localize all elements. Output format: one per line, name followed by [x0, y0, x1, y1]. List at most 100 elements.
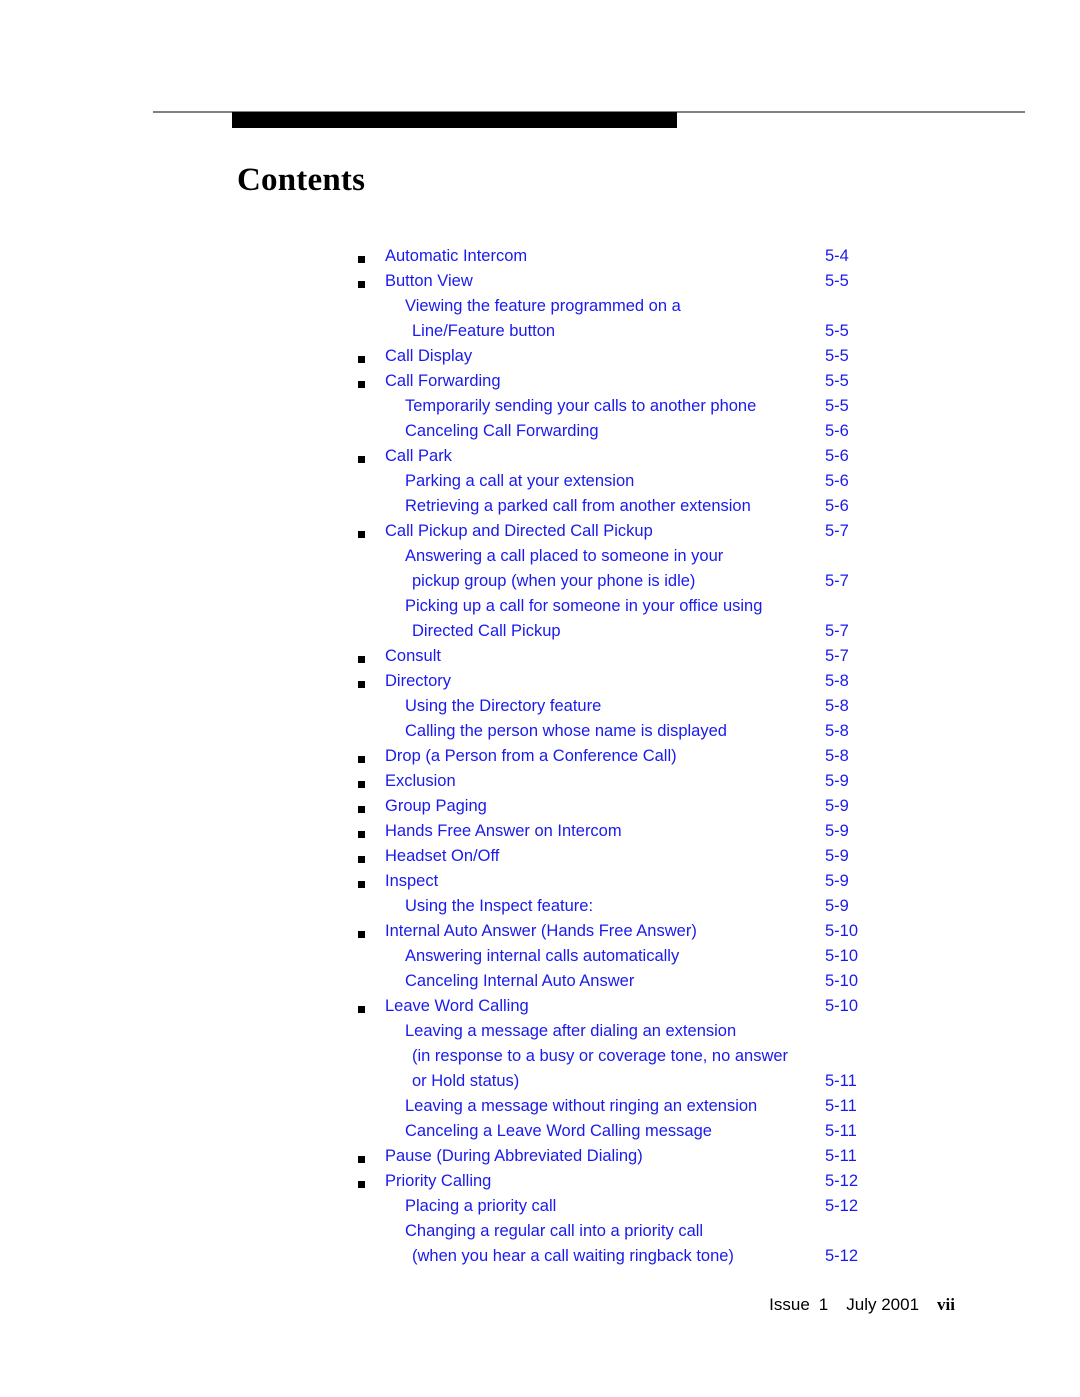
toc-page-number[interactable]: 5-9 [825, 797, 849, 816]
toc-entry-label[interactable]: Automatic Intercom [385, 247, 527, 266]
toc-entry-label[interactable]: Parking a call at your extension [405, 472, 634, 491]
toc-entry-label[interactable]: Button View [385, 272, 473, 291]
toc-entry-label[interactable]: Leaving a message without ringing an ext… [405, 1097, 757, 1116]
toc-page-number[interactable]: 5-4 [825, 247, 849, 266]
toc-entry-label[interactable]: Headset On/Off [385, 847, 499, 866]
toc-page-number[interactable]: 5-5 [825, 322, 849, 341]
toc-page-number[interactable]: 5-5 [825, 347, 849, 366]
toc-entry[interactable]: Pause (During Abbreviated Dialing) 5-11 [0, 1145, 1080, 1170]
toc-page-number[interactable]: 5-9 [825, 847, 849, 866]
toc-entry-label[interactable]: Temporarily sending your calls to anothe… [405, 397, 756, 416]
toc-entry-label[interactable]: (when you hear a call waiting ringback t… [412, 1247, 734, 1266]
toc-page-number[interactable]: 5-12 [825, 1172, 858, 1191]
toc-entry[interactable]: Using the Inspect feature: 5-9 [0, 895, 1080, 920]
toc-entry[interactable]: Placing a priority call 5-12 [0, 1195, 1080, 1220]
toc-entry-label[interactable]: or Hold status) [412, 1072, 519, 1091]
toc-entry[interactable]: Calling the person whose name is display… [0, 720, 1080, 745]
toc-entry-label[interactable]: Canceling Internal Auto Answer [405, 972, 634, 991]
toc-page-number[interactable]: 5-11 [825, 1147, 857, 1166]
toc-page-number[interactable]: 5-5 [825, 397, 849, 416]
toc-entry-label[interactable]: Picking up a call for someone in your of… [405, 597, 762, 616]
toc-entry[interactable]: Answering internal calls automatically 5-… [0, 945, 1080, 970]
toc-entry[interactable]: Button View 5-5 [0, 270, 1080, 295]
toc-page-number[interactable]: 5-8 [825, 747, 849, 766]
toc-entry[interactable]: Changing a regular call into a priority … [0, 1220, 1080, 1270]
toc-entry-label[interactable]: Leave Word Calling [385, 997, 529, 1016]
toc-entry-label[interactable]: Line/Feature button [412, 322, 555, 341]
toc-entry-label[interactable]: Call Display [385, 347, 472, 366]
toc-entry-label[interactable]: Changing a regular call into a priority … [405, 1222, 703, 1241]
toc-page-number[interactable]: 5-9 [825, 822, 849, 841]
toc-page-number[interactable]: 5-7 [825, 622, 849, 641]
toc-entry-label[interactable]: Call Forwarding [385, 372, 501, 391]
toc-page-number[interactable]: 5-10 [825, 997, 858, 1016]
toc-entry-label[interactable]: Group Paging [385, 797, 487, 816]
toc-page-number[interactable]: 5-8 [825, 697, 849, 716]
toc-entry-label[interactable]: Inspect [385, 872, 438, 891]
toc-entry-label[interactable]: Call Pickup and Directed Call Pickup [385, 522, 653, 541]
toc-entry[interactable]: Parking a call at your extension 5-6 [0, 470, 1080, 495]
toc-page-number[interactable]: 5-5 [825, 272, 849, 291]
toc-entry[interactable]: Call Park 5-6 [0, 445, 1080, 470]
toc-entry[interactable]: Canceling Internal Auto Answer 5-10 [0, 970, 1080, 995]
toc-page-number[interactable]: 5-11 [825, 1072, 857, 1091]
toc-entry-label[interactable]: Directed Call Pickup [412, 622, 561, 641]
toc-page-number[interactable]: 5-8 [825, 672, 849, 691]
toc-page-number[interactable]: 5-9 [825, 897, 849, 916]
toc-page-number[interactable]: 5-12 [825, 1247, 858, 1266]
toc-entry[interactable]: Directory 5-8 [0, 670, 1080, 695]
toc-entry-label[interactable]: Canceling a Leave Word Calling message [405, 1122, 712, 1141]
toc-entry[interactable]: Group Paging 5-9 [0, 795, 1080, 820]
toc-entry-label[interactable]: Priority Calling [385, 1172, 491, 1191]
toc-entry-label[interactable]: Exclusion [385, 772, 456, 791]
toc-entry-label[interactable]: pickup group (when your phone is idle) [412, 572, 695, 591]
toc-entry[interactable]: Headset On/Off 5-9 [0, 845, 1080, 870]
toc-entry[interactable]: Drop (a Person from a Conference Call) 5-… [0, 745, 1080, 770]
toc-page-number[interactable]: 5-10 [825, 922, 858, 941]
toc-entry[interactable]: Retrieving a parked call from another ex… [0, 495, 1080, 520]
toc-entry[interactable]: Picking up a call for someone in your of… [0, 595, 1080, 645]
toc-page-number[interactable]: 5-12 [825, 1197, 858, 1216]
toc-entry[interactable]: Leaving a message after dialing an exten… [0, 1020, 1080, 1095]
toc-page-number[interactable]: 5-6 [825, 497, 849, 516]
toc-entry[interactable]: Internal Auto Answer (Hands Free Answer)… [0, 920, 1080, 945]
toc-entry-label[interactable]: Internal Auto Answer (Hands Free Answer) [385, 922, 697, 941]
toc-entry-label[interactable]: Using the Directory feature [405, 697, 601, 716]
toc-entry[interactable]: Hands Free Answer on Intercom 5-9 [0, 820, 1080, 845]
toc-entry-label[interactable]: Placing a priority call [405, 1197, 556, 1216]
toc-entry[interactable]: Automatic Intercom 5-4 [0, 245, 1080, 270]
toc-page-number[interactable]: 5-5 [825, 372, 849, 391]
toc-entry-label[interactable]: Canceling Call Forwarding [405, 422, 599, 441]
toc-entry[interactable]: Leave Word Calling 5-10 [0, 995, 1080, 1020]
toc-page-number[interactable]: 5-9 [825, 872, 849, 891]
toc-page-number[interactable]: 5-7 [825, 572, 849, 591]
toc-entry[interactable]: Viewing the feature programmed on a Line/… [0, 295, 1080, 345]
toc-entry[interactable]: Leaving a message without ringing an ext… [0, 1095, 1080, 1120]
toc-entry-label[interactable]: (in response to a busy or coverage tone,… [412, 1047, 788, 1066]
toc-page-number[interactable]: 5-6 [825, 422, 849, 441]
toc-entry-label[interactable]: Directory [385, 672, 451, 691]
toc-page-number[interactable]: 5-7 [825, 647, 849, 666]
toc-entry[interactable]: Using the Directory feature 5-8 [0, 695, 1080, 720]
toc-entry-label[interactable]: Answering a call placed to someone in yo… [405, 547, 723, 566]
toc-page-number[interactable]: 5-7 [825, 522, 849, 541]
toc-page-number[interactable]: 5-6 [825, 447, 849, 466]
toc-entry[interactable]: Canceling a Leave Word Calling message 5-… [0, 1120, 1080, 1145]
toc-entry[interactable]: Answering a call placed to someone in yo… [0, 545, 1080, 595]
toc-entry[interactable]: Inspect 5-9 [0, 870, 1080, 895]
toc-page-number[interactable]: 5-11 [825, 1122, 857, 1141]
toc-entry[interactable]: Call Display 5-5 [0, 345, 1080, 370]
toc-page-number[interactable]: 5-9 [825, 772, 849, 791]
toc-entry-label[interactable]: Drop (a Person from a Conference Call) [385, 747, 677, 766]
toc-page-number[interactable]: 5-6 [825, 472, 849, 491]
toc-entry[interactable]: Exclusion 5-9 [0, 770, 1080, 795]
toc-entry-label[interactable]: Pause (During Abbreviated Dialing) [385, 1147, 643, 1166]
toc-page-number[interactable]: 5-11 [825, 1097, 857, 1116]
toc-entry-label[interactable]: Consult [385, 647, 441, 666]
toc-entry[interactable]: Priority Calling 5-12 [0, 1170, 1080, 1195]
toc-entry-label[interactable]: Call Park [385, 447, 452, 466]
toc-entry-label[interactable]: Answering internal calls automatically [405, 947, 679, 966]
toc-page-number[interactable]: 5-8 [825, 722, 849, 741]
toc-entry[interactable]: Call Forwarding 5-5 [0, 370, 1080, 395]
toc-entry-label[interactable]: Using the Inspect feature: [405, 897, 593, 916]
